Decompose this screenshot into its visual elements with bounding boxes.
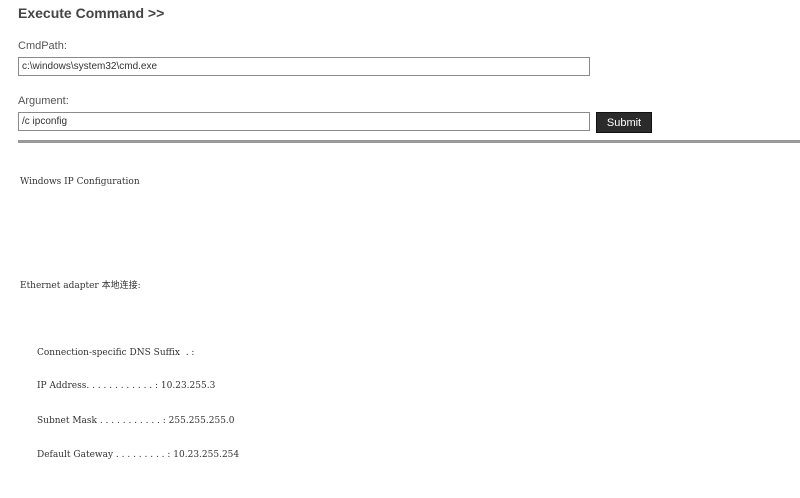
output-line: Subnet Mask . . . . . . . . . . . : 255.… (37, 416, 235, 426)
argument-label: Argument: (18, 95, 69, 107)
output-line: IP Address. . . . . . . . . . . . : 10.2… (37, 381, 216, 391)
cmdpath-input[interactable] (18, 57, 590, 76)
cmdpath-label: CmdPath: (18, 40, 67, 52)
submit-button[interactable]: Submit (596, 112, 652, 133)
page-title: Execute Command >> (18, 5, 165, 21)
divider (18, 140, 800, 143)
output-heading: Windows IP Configuration (20, 177, 140, 187)
output-line: Default Gateway . . . . . . . . . : 10.2… (37, 450, 240, 460)
argument-input[interactable] (18, 112, 590, 131)
output-adapter: Ethernet adapter 本地连接: (20, 281, 141, 291)
output-line: Connection-specific DNS Suffix . : (37, 348, 195, 358)
